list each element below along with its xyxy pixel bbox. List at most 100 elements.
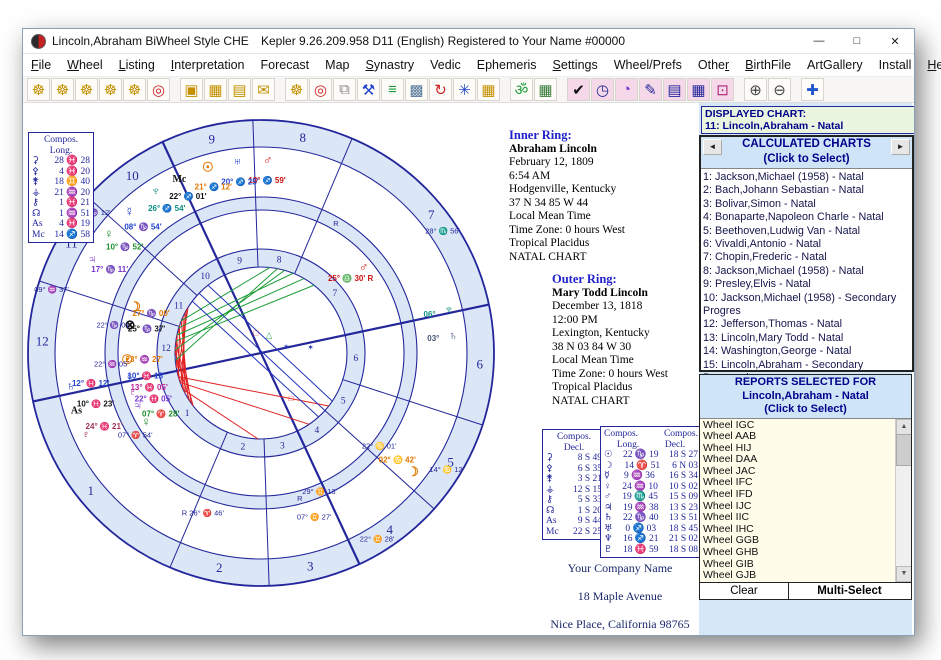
menu-wheelprefs[interactable]: Wheel/Prefs	[606, 56, 690, 74]
toolbar-wheel-open-icon[interactable]: ☸	[51, 78, 74, 101]
info-line: 12:00 PM	[552, 314, 722, 328]
menu-map[interactable]: Map	[317, 56, 357, 74]
toolbar-wheel-grid-icon[interactable]: ▦	[477, 78, 500, 101]
toolbar-copy-chart-icon[interactable]: ⧉	[333, 78, 356, 101]
scroll-down-icon[interactable]: ▼	[896, 566, 911, 582]
toolbar-check-icon[interactable]: ✔	[567, 78, 590, 101]
toolbar-doc-search-icon[interactable]: ⊡	[711, 78, 734, 101]
chart-list-item[interactable]: 13: Lincoln,Mary Todd - Natal	[703, 332, 910, 345]
report-list-item[interactable]: Wheel IFD	[703, 489, 908, 501]
menu-forecast[interactable]: Forecast	[253, 56, 318, 74]
toolbar-tools-icon[interactable]: ⚒	[357, 78, 380, 101]
reports-list: Wheel IGCWheel AABWheel HIJWheel DAAWhee…	[700, 419, 911, 582]
inner-planet-label: 25° ♑ 37'	[128, 324, 165, 334]
chart-list-item[interactable]: 1: Jackson,Michael (1958) - Natal	[703, 171, 910, 184]
toolbar-documents-icon[interactable]: ▩	[405, 78, 428, 101]
toolbar-listing-doc-icon[interactable]: ≡	[381, 78, 404, 101]
toolbar-data-grid-icon[interactable]: ▦	[687, 78, 710, 101]
table-row: ♄22 ♑ 4013 S 51	[604, 513, 698, 524]
toolbar-wheel-new-icon[interactable]: ☸	[27, 78, 50, 101]
house-number-inner: 1	[185, 409, 190, 419]
clear-button[interactable]: Clear	[700, 583, 789, 599]
scrollbar-thumb[interactable]	[896, 434, 911, 466]
info-line: Lexington, Kentucky	[552, 327, 722, 341]
aspect-symbol: ✶	[283, 342, 290, 351]
menu-other[interactable]: Other	[690, 56, 737, 74]
menu-listing[interactable]: Listing	[111, 56, 163, 74]
toolbar-wheel-now-icon[interactable]: ☸	[99, 78, 122, 101]
toolbar-data-entry-icon[interactable]: ▣	[180, 78, 203, 101]
aspect-symbol: ✶	[307, 343, 314, 352]
toolbar-wheel-single-icon[interactable]: ☸	[285, 78, 308, 101]
house-number-inner: 6	[353, 354, 358, 364]
reports-scrollbar[interactable]: ▲ ▼	[895, 419, 911, 582]
chart-list-item[interactable]: 2: Bach,Johann Sebastian - Natal	[703, 184, 910, 197]
menu-help[interactable]: Help	[919, 56, 941, 74]
toolbar-doc-edit-icon[interactable]: ✎	[639, 78, 662, 101]
toolbar-wheel-target-icon[interactable]: ◎	[147, 78, 170, 101]
inner-planet-glyph: ♂	[359, 259, 369, 274]
scroll-up-icon[interactable]: ▲	[896, 419, 911, 435]
menu-interpretation[interactable]: Interpretation	[163, 56, 253, 74]
menu-settings[interactable]: Settings	[545, 56, 606, 74]
toolbar-zoom-out-icon[interactable]: ⊖	[768, 78, 791, 101]
chart-list-item[interactable]: 4: Bonaparte,Napoleon Charle - Natal	[703, 211, 910, 224]
chart-list-item[interactable]: 5: Beethoven,Ludwig Van - Natal	[703, 225, 910, 238]
toolbar-wheel-clock-icon[interactable]: ☸	[123, 78, 146, 101]
scroll-right-button[interactable]: ►	[891, 139, 910, 155]
toolbar-zoom-in-icon[interactable]: ⊕	[744, 78, 767, 101]
cusp-degree-label: R	[333, 219, 339, 228]
minimize-button[interactable]: —	[800, 29, 838, 53]
composite-long-decl-table: Compos.Compos.Long.Decl.☉22 ♑ 1918 S 27☽…	[600, 426, 702, 558]
outer-planet-glyph: ☽	[407, 464, 419, 479]
toolbar-print-icon[interactable]: ▤	[228, 78, 251, 101]
menu-file[interactable]: File	[23, 56, 59, 74]
toolbar-chart-lines-icon[interactable]: ✳	[453, 78, 476, 101]
info-line: February 12, 1809	[509, 156, 709, 170]
table-header: Compos.Compos.	[604, 429, 698, 440]
menu-wheel[interactable]: Wheel	[59, 56, 110, 74]
close-button[interactable]: ✕	[876, 29, 914, 53]
toolbar-rotate-chart-icon[interactable]: ↻	[429, 78, 452, 101]
house-number-inner: 2	[240, 442, 245, 452]
chart-list-item[interactable]: 8: Jackson,Michael (1958) - Natal	[703, 265, 910, 278]
toolbar-clock-now-icon[interactable]: ◷	[591, 78, 614, 101]
menu-artgallery[interactable]: ArtGallery	[799, 56, 871, 74]
calculated-charts-box: ◄ ► CALCULATED CHARTS (Click to Select) …	[699, 135, 914, 372]
report-list-item[interactable]: Wheel AAB	[703, 431, 908, 443]
menu-install[interactable]: Install	[871, 56, 920, 74]
toolbar-om-script-icon[interactable]: ॐ	[510, 78, 533, 101]
menu-birthfile[interactable]: BirthFile	[737, 56, 799, 74]
house-number-outer: 1	[88, 483, 95, 498]
chart-list-item[interactable]: 7: Chopin,Frederic - Natal	[703, 251, 910, 264]
chart-list-item[interactable]: 6: Vivaldi,Antonio - Natal	[703, 238, 910, 251]
cusp-degree-label: 28° ♏ 56'	[425, 227, 460, 236]
table-row: Mc22 S 25	[546, 527, 602, 538]
toolbar-doc-report-icon[interactable]: ▤	[663, 78, 686, 101]
outer-planet-glyph: ♀	[104, 226, 114, 241]
outer-planet-label: 21° ♐ 12'	[195, 182, 232, 192]
chart-list-item[interactable]: 10: Jackson,Michael (1958) - Secondary P…	[703, 292, 910, 319]
chart-list-item[interactable]: 3: Bolivar,Simon - Natal	[703, 198, 910, 211]
cusp-degree-label: 09° ♒ 37'	[34, 285, 69, 294]
toolbar-wheel-return-icon[interactable]: ☸	[75, 78, 98, 101]
menu-vedic[interactable]: Vedic	[422, 56, 469, 74]
chart-list-item[interactable]: 9: Presley,Elvis - Natal	[703, 278, 910, 291]
table-row: ⚵18 ♊ 40	[32, 177, 90, 188]
house-number-inner: 9	[237, 256, 242, 266]
toolbar-calendar-icon[interactable]: ▦	[534, 78, 557, 101]
toolbar-pointer-compass-icon[interactable]: ✚	[801, 78, 824, 101]
toolbar-clock-wheel-icon[interactable]: ◔	[615, 78, 638, 101]
menu-synastry[interactable]: Synastry	[357, 56, 422, 74]
report-list-item[interactable]: Wheel GHB	[703, 547, 908, 559]
menu-ephemeris[interactable]: Ephemeris	[469, 56, 545, 74]
scroll-left-button[interactable]: ◄	[703, 139, 722, 155]
report-list-item[interactable]: Wheel GJB	[703, 570, 908, 581]
chart-list-item[interactable]: 14: Washington,George - Natal	[703, 345, 910, 358]
multi-select-button[interactable]: Multi-Select	[789, 583, 910, 599]
chart-list-item[interactable]: 12: Jefferson,Thomas - Natal	[703, 318, 910, 331]
toolbar-email-icon[interactable]: ✉	[252, 78, 275, 101]
toolbar-wheel-aim-icon[interactable]: ◎	[309, 78, 332, 101]
maximize-button[interactable]: □	[838, 29, 876, 53]
toolbar-save-icon[interactable]: ▦	[204, 78, 227, 101]
